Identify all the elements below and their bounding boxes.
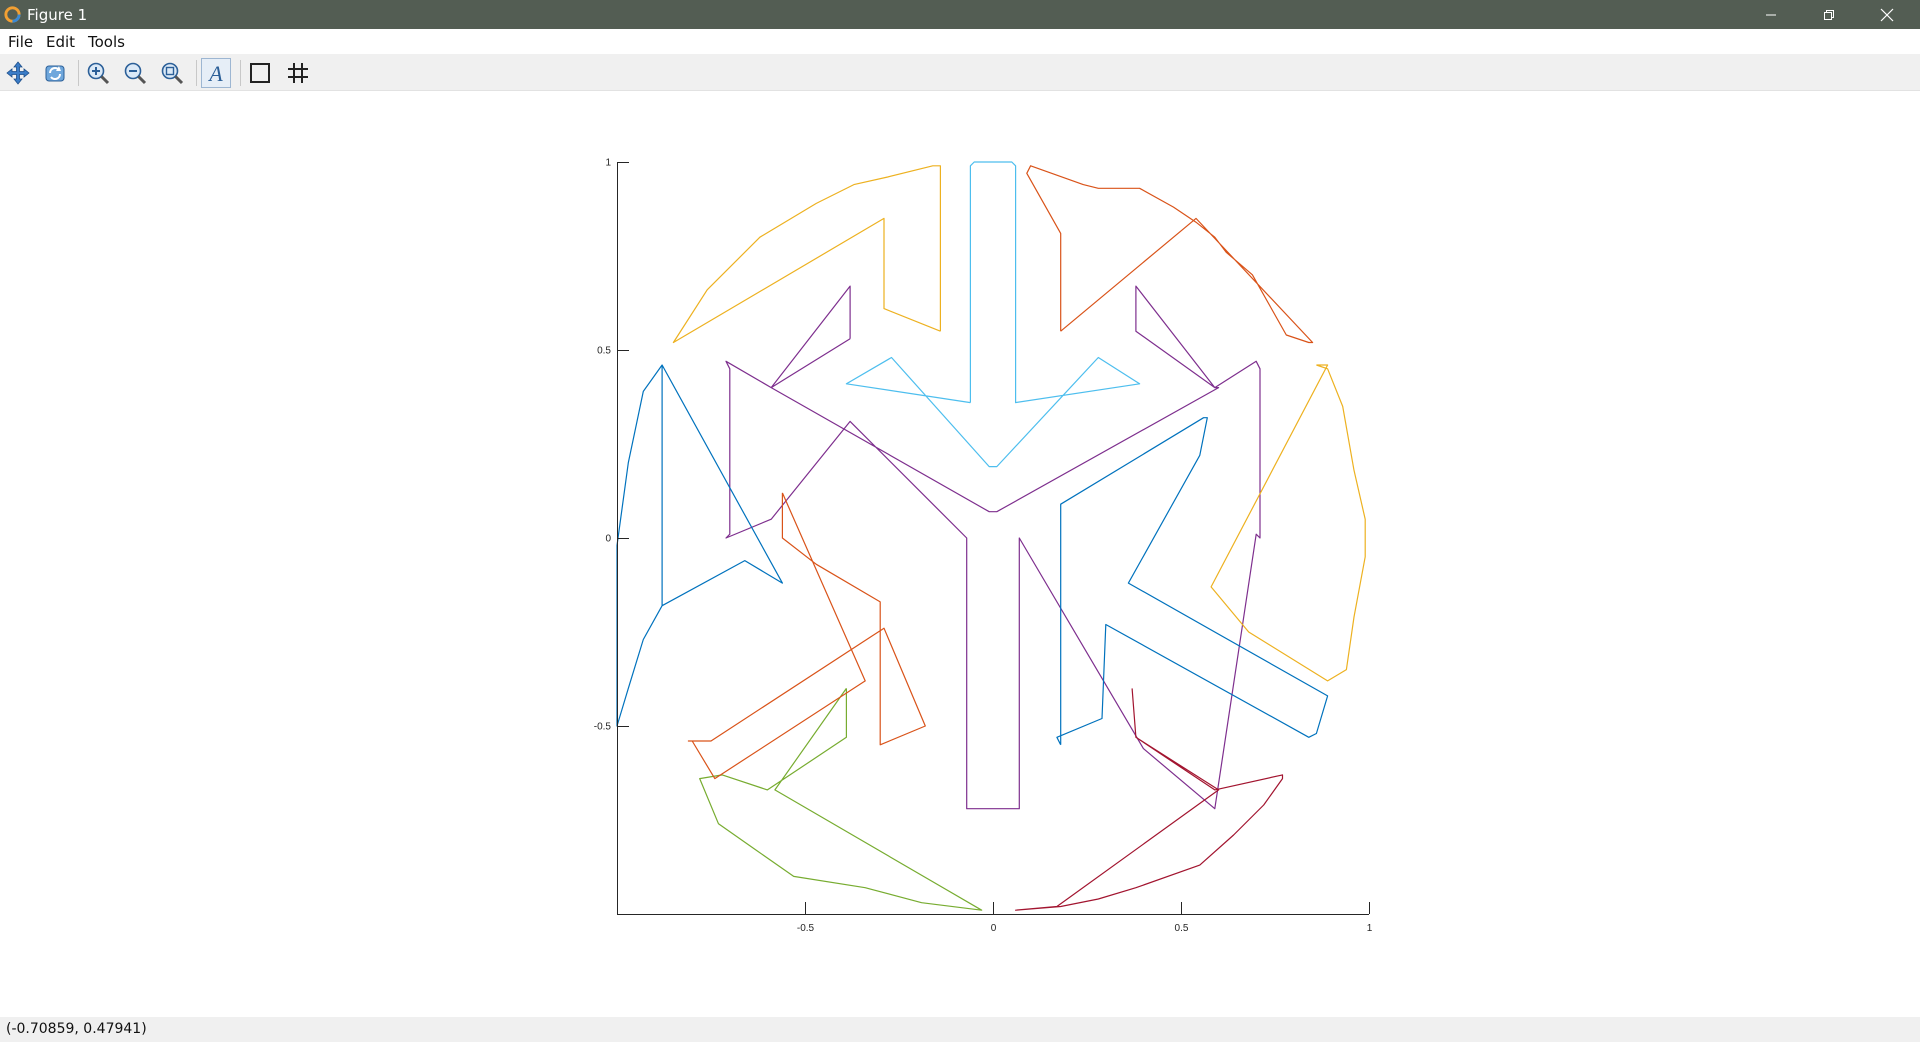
series-line-6 <box>1056 417 1329 746</box>
zoom-auto-button[interactable] <box>157 58 187 88</box>
zoom-in-button[interactable] <box>83 58 113 88</box>
minimize-icon <box>1766 14 1776 15</box>
y-tick-label: 1 <box>605 158 611 169</box>
pan-icon <box>6 61 30 85</box>
series-line-7 <box>699 688 983 911</box>
toolbar: A <box>0 54 1920 91</box>
zoom-in-icon <box>87 62 110 85</box>
x-tick-label: -0.5 <box>797 923 815 934</box>
status-bar: (-0.70859, 0.47941) <box>0 1017 1920 1042</box>
window-title: Figure 1 <box>27 6 88 24</box>
y-tick-label: -0.5 <box>594 722 612 733</box>
zoom-out-icon <box>124 62 147 85</box>
series-line-2 <box>1026 165 1314 344</box>
y-tick-label: 0 <box>605 534 611 545</box>
svg-text:A: A <box>207 61 223 86</box>
menu-edit[interactable]: Edit <box>46 33 75 51</box>
x-tick-label: 0 <box>991 923 997 934</box>
y-tick-label: 0.5 <box>597 346 611 357</box>
axes-box-button[interactable] <box>245 58 275 88</box>
menu-tools[interactable]: Tools <box>88 33 125 51</box>
plot-axes[interactable]: -0.5 0 0.5 1 -0.5 0 0.5 1 <box>0 91 1920 1017</box>
zoom-auto-icon <box>161 62 184 85</box>
toolbar-separator <box>196 60 197 86</box>
text-insert-icon: A <box>207 61 223 86</box>
series-line-9 <box>1014 688 1284 911</box>
toolbar-separator <box>78 60 79 86</box>
text-insert-button[interactable]: A <box>201 58 231 88</box>
menu-bar: File Edit Tools <box>0 29 1920 54</box>
status-coordinates: (-0.70859, 0.47941) <box>6 1021 147 1037</box>
axes-box-icon <box>250 63 270 83</box>
grid-button[interactable] <box>283 58 313 88</box>
pan-button[interactable] <box>3 58 33 88</box>
series-line-8 <box>687 492 926 780</box>
maximize-button[interactable] <box>1800 0 1858 29</box>
rotate-button[interactable] <box>40 58 70 88</box>
zoom-out-button[interactable] <box>120 58 150 88</box>
series-line-3 <box>672 165 942 344</box>
toolbar-separator <box>240 60 241 86</box>
grid-icon <box>288 63 308 83</box>
series-line-5 <box>616 364 784 727</box>
octave-app-icon <box>4 6 21 23</box>
minimize-button[interactable] <box>1742 0 1800 29</box>
x-tick-label: 0.5 <box>1175 923 1189 934</box>
axes-layer: -0.5 0 0.5 1 -0.5 0 0.5 1 <box>594 158 1373 935</box>
figure-canvas[interactable]: -0.5 0 0.5 1 -0.5 0 0.5 1 <box>0 91 1920 1017</box>
series-line-1 <box>845 161 1141 468</box>
series-line-10 <box>1210 364 1366 682</box>
series-layer <box>616 161 1366 911</box>
maximize-icon <box>1824 9 1834 20</box>
rotate-icon <box>45 65 65 82</box>
close-icon <box>1880 8 1894 21</box>
title-bar: Figure 1 <box>0 0 1920 29</box>
x-tick-label: 1 <box>1367 923 1373 934</box>
close-button[interactable] <box>1858 0 1916 29</box>
menu-file[interactable]: File <box>8 33 33 51</box>
